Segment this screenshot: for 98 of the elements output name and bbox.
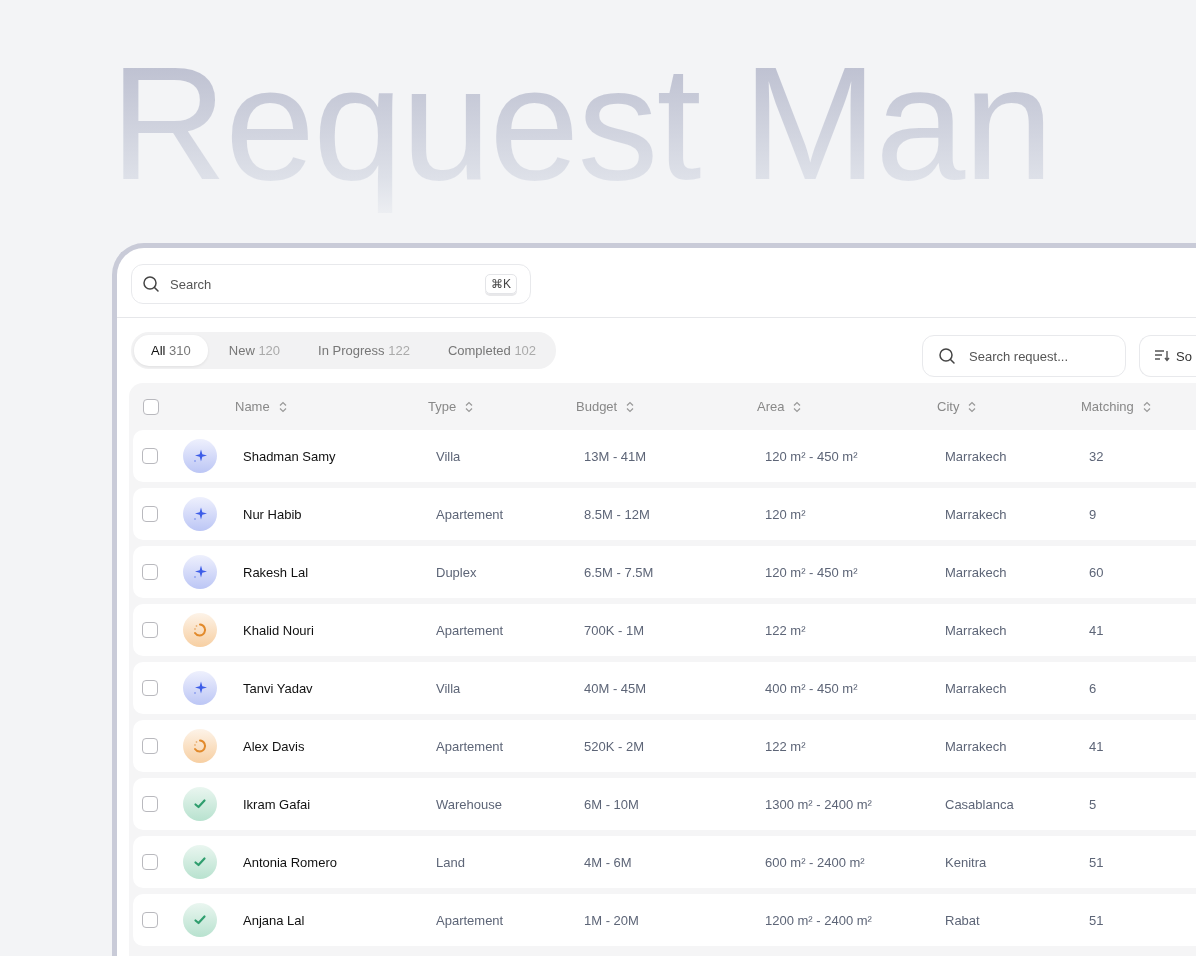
- row-checkbox[interactable]: [142, 796, 158, 812]
- status-checkmark-icon: [183, 845, 217, 879]
- type-cell-text: Apartement: [436, 738, 505, 754]
- filter-tab[interactable]: New 120: [211, 334, 298, 366]
- name-cell-text: Shadman Samy: [243, 448, 337, 464]
- name-cell-text: Nur Habib: [243, 506, 303, 522]
- row-checkbox[interactable]: [142, 738, 158, 754]
- status-checkmark-icon: [183, 787, 217, 821]
- budget-cell-text: 6.5M - 7.5M: [584, 564, 655, 580]
- type-cell-text: Apartement: [436, 506, 505, 522]
- status-checkmark-icon: [183, 903, 217, 937]
- table-row[interactable]: Antonia Romero Land 4M - 6M 600 m² - 2400 m² Kenitra 51: [133, 836, 1196, 888]
- row-checkbox[interactable]: [142, 854, 158, 870]
- budget-cell-text: 40M - 45M: [584, 680, 648, 696]
- type-cell-text: Apartement: [436, 622, 505, 638]
- matching-cell-text: 51: [1089, 854, 1105, 870]
- matching-cell-text: 5: [1089, 796, 1098, 812]
- city-cell-text: Marrakech: [945, 506, 1008, 522]
- name-cell-text: Tanvi Yadav: [243, 680, 314, 696]
- sort-arrows-icon[interactable]: [793, 400, 802, 413]
- table-row[interactable]: Ikram Gafai Warehouse 6M - 10M 1300 m² - 2400 m² Casablanca 5: [133, 778, 1196, 830]
- budget-cell-text: 520K - 2M: [584, 738, 645, 754]
- sort-arrows-icon[interactable]: [465, 400, 474, 413]
- budget-cell-text: 13M - 41M: [584, 448, 648, 464]
- type-cell-text: Duplex: [436, 564, 478, 580]
- matching-cell-text: 60: [1089, 564, 1105, 580]
- name-cell-text: Ikram Gafai: [243, 796, 312, 812]
- status-sparkle-icon: [183, 497, 217, 531]
- city-cell-text: Marrakech: [945, 680, 1008, 696]
- name-cell-text: Anjana Lal: [243, 912, 306, 928]
- status-sparkle-icon: [183, 671, 217, 705]
- city-cell-text: Marrakech: [945, 622, 1008, 638]
- name-cell-text: Antonia Romero: [243, 854, 338, 870]
- type-cell-text: Land: [436, 854, 466, 870]
- budget-cell-text: 8.5M - 12M: [584, 506, 651, 522]
- name-cell-text: Alex Davis: [243, 738, 306, 754]
- row-checkbox[interactable]: [142, 912, 158, 928]
- area-cell-text: 1300 m² - 2400 m²: [765, 796, 873, 812]
- sort-button[interactable]: So: [1139, 335, 1196, 377]
- filter-tab[interactable]: All 310: [134, 334, 208, 366]
- type-cell-text: Villa: [436, 448, 462, 464]
- sort-arrows-icon[interactable]: [278, 400, 287, 413]
- budget-cell-text: 1M - 20M: [584, 912, 640, 928]
- city-cell-text: Marrakech: [945, 738, 1008, 754]
- sort-arrows-icon[interactable]: [626, 400, 635, 413]
- row-checkbox[interactable]: [142, 680, 158, 696]
- status-sparkle-icon: [183, 555, 217, 589]
- matching-cell-text: 6: [1089, 680, 1098, 696]
- budget-cell-text: 4M - 6M: [584, 854, 633, 870]
- area-cell-text: 122 m²: [765, 622, 807, 638]
- area-cell-text: 1200 m² - 2400 m²: [765, 912, 873, 928]
- sort-arrows-icon[interactable]: [1142, 400, 1151, 413]
- table-row[interactable]: Tanvi Yadav Villa 40M - 45M 400 m² - 450 m² Marrakech 6: [133, 662, 1196, 714]
- city-cell-text: Marrakech: [945, 564, 1008, 580]
- sort-icon: [1154, 349, 1170, 363]
- area-cell-text: 600 m² - 2400 m²: [765, 854, 866, 870]
- name-cell-text: Khalid Nouri: [243, 622, 315, 638]
- matching-cell-text: 41: [1089, 738, 1105, 754]
- area-cell-text: 120 m²: [765, 506, 807, 522]
- status-sparkle-icon: [183, 439, 217, 473]
- matching-cell-text: 32: [1089, 448, 1105, 464]
- status-spinner-icon: [183, 613, 217, 647]
- type-cell-text: Warehouse: [436, 796, 503, 812]
- filter-tab[interactable]: In Progress 122: [301, 334, 427, 366]
- type-cell-text: Villa: [436, 680, 462, 696]
- filter-tab[interactable]: Completed 102: [430, 334, 554, 366]
- table-row[interactable]: Rakesh Lal Duplex 6.5M - 7.5M 120 m² - 450 m² Marrakech 60: [133, 546, 1196, 598]
- table-row[interactable]: Shadman Samy Villa 13M - 41M 120 m² - 450 m² Marrakech 32: [133, 430, 1196, 482]
- city-cell-text: Marrakech: [945, 448, 1008, 464]
- budget-cell-text: 700K - 1M: [584, 622, 645, 638]
- city-cell-text: Kenitra: [945, 854, 988, 870]
- sort-arrows-icon[interactable]: [968, 400, 977, 413]
- status-spinner-icon: [183, 729, 217, 763]
- row-checkbox[interactable]: [142, 448, 158, 464]
- row-checkbox[interactable]: [142, 564, 158, 580]
- city-cell-text: Rabat: [945, 912, 981, 928]
- name-cell-text: Rakesh Lal: [243, 564, 310, 580]
- type-cell-text: Apartement: [436, 912, 505, 928]
- row-checkbox[interactable]: [142, 622, 158, 638]
- area-cell-text: 400 m² - 450 m²: [765, 680, 859, 696]
- select-all-checkbox[interactable]: [143, 398, 159, 415]
- search-icon: [142, 275, 160, 293]
- area-cell-text: 122 m²: [765, 738, 807, 754]
- row-checkbox[interactable]: [142, 506, 158, 522]
- table-row[interactable]: Anjana Lal Apartement 1M - 20M 1200 m² - 2400 m² Rabat 51: [133, 894, 1196, 946]
- budget-cell-text: 6M - 10M: [584, 796, 640, 812]
- area-cell-text: 120 m² - 450 m²: [765, 564, 859, 580]
- matching-cell-text: 41: [1089, 622, 1105, 638]
- matching-cell-text: 51: [1089, 912, 1105, 928]
- area-cell-text: 120 m² - 450 m²: [765, 448, 859, 464]
- table-row[interactable]: Alex Davis Apartement 520K - 2M 122 m² Marrakech 41: [133, 720, 1196, 772]
- table-row[interactable]: Khalid Nouri Apartement 700K - 1M 122 m² Marrakech 41: [133, 604, 1196, 656]
- matching-cell-text: 9: [1089, 506, 1098, 522]
- city-cell-text: Casablanca: [945, 796, 1015, 812]
- search-icon: [938, 347, 956, 365]
- table-row[interactable]: Nur Habib Apartement 8.5M - 12M 120 m² Marrakech 9: [133, 488, 1196, 540]
- request-search-field[interactable]: Search request...: [922, 335, 1126, 377]
- shortcut-key: ⌘K: [485, 274, 517, 294]
